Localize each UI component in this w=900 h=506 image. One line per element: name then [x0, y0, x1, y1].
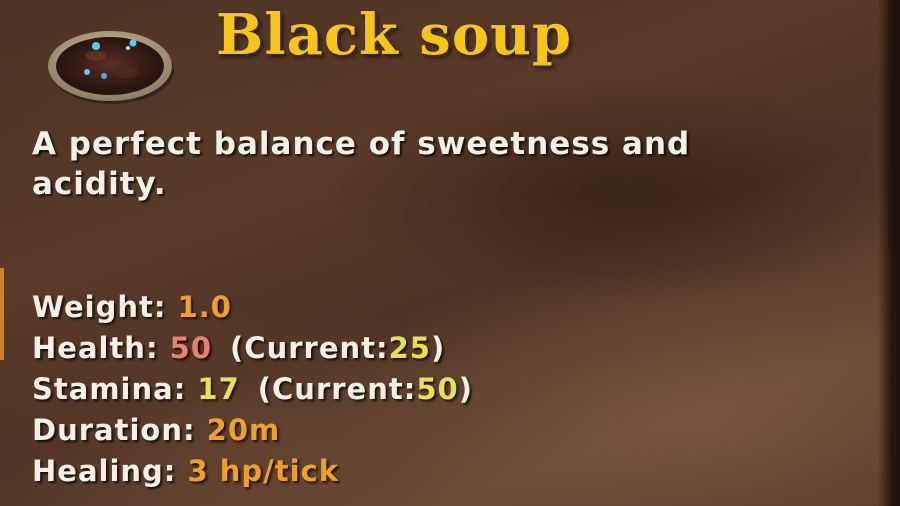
stat-duration: Duration: 20m [32, 410, 473, 451]
stat-duration-label: Duration: [32, 413, 196, 447]
stat-stamina-label: Stamina: [32, 372, 187, 406]
stat-healing-value: 3 hp/tick [187, 454, 340, 488]
stat-health-label: Health: [32, 331, 159, 365]
stat-stamina-current-label: (Current: [257, 372, 417, 406]
tooltip-right-border [878, 0, 900, 506]
item-tooltip: Black soup A perfect balance of sweetnes… [0, 0, 900, 506]
stat-stamina-value: 17 [197, 372, 240, 406]
stat-healing: Healing: 3 hp/tick [32, 451, 473, 492]
stat-health-current-value: 25 [388, 331, 431, 365]
item-title: Black soup [216, 2, 573, 68]
stat-weight-value: 1.0 [177, 290, 232, 324]
stat-weight-label: Weight: [32, 290, 167, 324]
stat-health-current-label: (Current: [230, 331, 389, 365]
item-description: A perfect balance of sweetness and acidi… [32, 126, 691, 202]
stat-stamina: Stamina: 17 (Current:50) [32, 369, 473, 410]
item-stats: Weight: 1.0 Health: 50 (Current:25) Stami… [32, 287, 473, 492]
stat-duration-value: 20m [206, 413, 281, 447]
black-soup-bowl-icon [48, 31, 174, 104]
stat-health-current-close: ) [430, 331, 446, 365]
stat-weight: Weight: 1.0 [32, 287, 473, 328]
stat-health: Health: 50 (Current:25) [32, 328, 473, 369]
stat-stamina-current-close: ) [458, 372, 473, 406]
stat-healing-label: Healing: [32, 454, 177, 488]
stat-health-value: 50 [169, 331, 213, 365]
tooltip-edge-marker [0, 268, 4, 360]
stat-stamina-current-value: 50 [416, 372, 459, 406]
